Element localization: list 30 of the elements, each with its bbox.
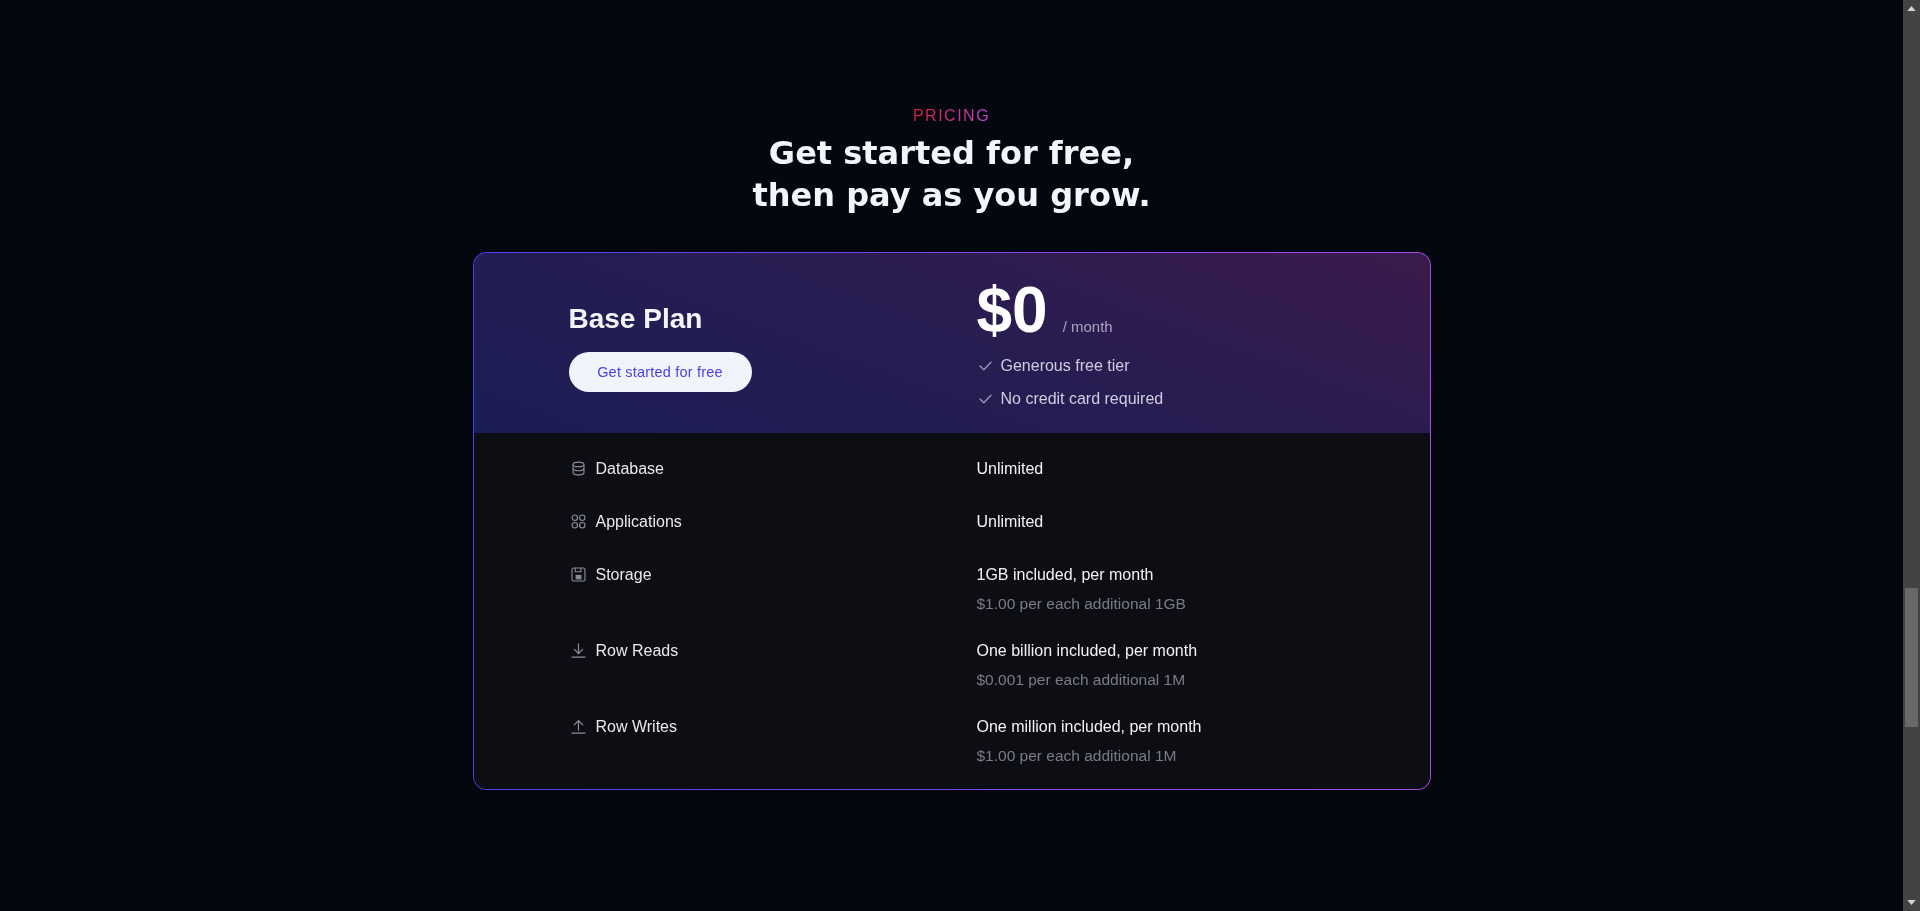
highlight-text: Generous free tier [1000, 355, 1130, 376]
check-icon [978, 393, 992, 404]
feature-value: 1GB included, per month [976, 565, 1155, 585]
feature-label: Applications [595, 512, 682, 532]
feature-note: $0.001 per each additional 1M [976, 670, 1187, 690]
scroll-up-icon[interactable] [1907, 6, 1916, 11]
scrollbar-thumb[interactable] [1905, 588, 1918, 727]
feature-label: Storage [595, 565, 652, 585]
feature-note: $1.00 per each additional 1GB [976, 594, 1186, 614]
scrollbar-track[interactable] [1903, 0, 1920, 911]
scroll-down-icon[interactable] [1907, 900, 1916, 905]
plan-name: Base Plan [568, 302, 703, 336]
feature-value: Unlimited [976, 459, 1044, 479]
download-icon [570, 643, 586, 658]
price-period: / month [1062, 316, 1113, 337]
feature-label: Database [595, 459, 664, 479]
feature-note: $1.00 per each additional 1M [976, 746, 1178, 766]
feature-label: Row Writes [595, 717, 677, 737]
upload-icon [570, 719, 586, 734]
circles-grid-icon [570, 514, 586, 529]
price-amount: $0 [976, 277, 1048, 342]
feature-value: One billion included, per month [976, 641, 1198, 661]
get-started-button[interactable]: Get started for free [568, 352, 752, 392]
feature-label: Row Reads [595, 641, 679, 661]
feature-value: Unlimited [976, 512, 1044, 532]
check-icon [978, 360, 992, 371]
database-icon [570, 461, 586, 476]
section-heading: Get started for free, then pay as you grow. [752, 133, 1151, 216]
feature-value: One million included, per month [976, 717, 1202, 737]
highlight-text: No credit card required [1000, 388, 1164, 409]
